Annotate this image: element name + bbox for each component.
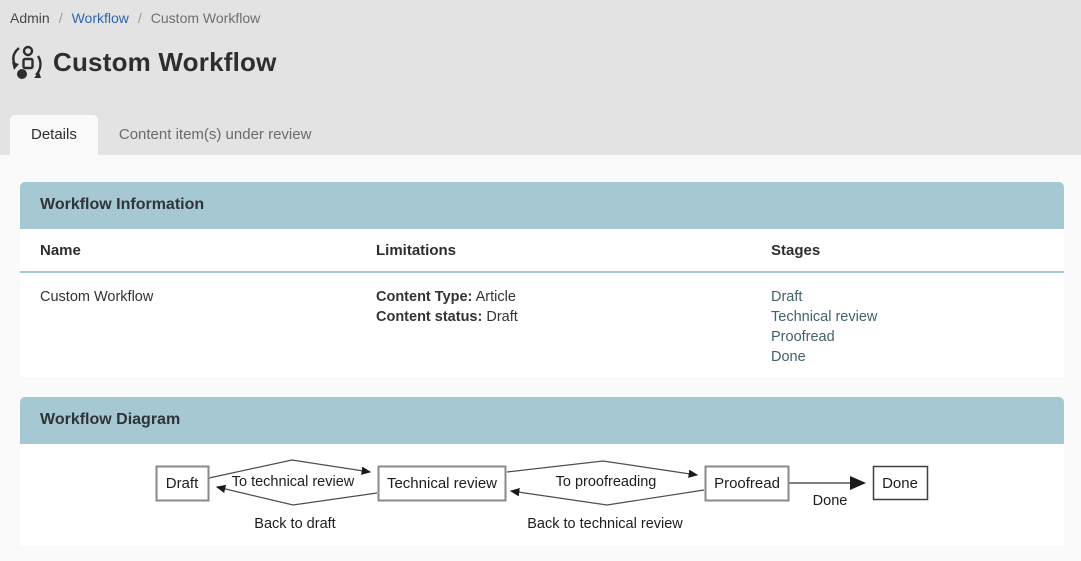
limitation-value: Draft: [482, 309, 517, 325]
stage-item: Done: [771, 347, 1044, 367]
transition-label-back-to-technical-review: Back to technical review: [527, 516, 683, 532]
transition-label-to-proofreading: To proofreading: [556, 474, 657, 490]
workflow-icon: [10, 45, 43, 80]
workflow-information-panel-title: Workflow Information: [20, 182, 1064, 229]
diagram-stage-label-technical-review: Technical review: [387, 475, 497, 492]
table-header-row: Name Limitations Stages: [20, 229, 1064, 273]
tab-content-items-under-review[interactable]: Content item(s) under review: [98, 115, 333, 155]
content-area: Workflow Information Name Limitations St…: [0, 155, 1081, 546]
column-header-stages: Stages: [771, 229, 1044, 271]
workflow-diagram-panel: Workflow Diagram: [20, 397, 1064, 546]
diagram-stage-label-draft: Draft: [166, 475, 199, 492]
transition-label-done: Done: [813, 493, 848, 509]
tab-bar: Details Content item(s) under review: [10, 115, 332, 155]
breadcrumb-separator: /: [59, 10, 63, 26]
breadcrumb: Admin / Workflow / Custom Workflow: [0, 0, 1081, 26]
stages-cell: Draft Technical review Proofread Done: [771, 287, 1044, 367]
stage-item: Technical review: [771, 307, 1044, 327]
tab-details[interactable]: Details: [10, 115, 98, 155]
workflow-information-table: Name Limitations Stages Custom Workflow …: [20, 229, 1064, 377]
page-title-row: Custom Workflow: [0, 42, 1081, 82]
transition-to-proofreading-path: [507, 461, 697, 475]
limitation-content-status: Content status: Draft: [376, 307, 771, 327]
breadcrumb-item-admin: Admin: [10, 10, 50, 26]
workflow-diagram: Draft Technical review Proofread Done To…: [20, 444, 1064, 546]
top-header-area: Admin / Workflow / Custom Workflow Custo…: [0, 0, 1081, 155]
column-header-limitations: Limitations: [376, 229, 771, 271]
page-title: Custom Workflow: [53, 47, 277, 78]
diagram-stage-label-done: Done: [882, 475, 918, 492]
workflow-diagram-svg: Draft Technical review Proofread Done To…: [20, 444, 1064, 546]
limitation-value: Article: [472, 289, 516, 305]
transition-label-back-to-draft: Back to draft: [254, 516, 335, 532]
workflow-name-cell: Custom Workflow: [40, 287, 376, 367]
limitation-label: Content Type:: [376, 289, 472, 305]
stage-item: Proofread: [771, 327, 1044, 347]
column-header-name: Name: [40, 229, 376, 271]
limitation-content-type: Content Type: Article: [376, 287, 771, 307]
transition-label-to-technical-review: To technical review: [232, 474, 355, 490]
stage-item: Draft: [771, 287, 1044, 307]
breadcrumb-separator: /: [138, 10, 142, 26]
diagram-stage-label-proofread: Proofread: [714, 475, 780, 492]
limitations-cell: Content Type: Article Content status: Dr…: [376, 287, 771, 367]
breadcrumb-item-workflow[interactable]: Workflow: [72, 10, 129, 26]
limitation-label: Content status:: [376, 309, 482, 325]
workflow-information-panel: Workflow Information Name Limitations St…: [20, 182, 1064, 377]
transition-back-to-technical-review-path: [511, 490, 704, 505]
breadcrumb-item-current: Custom Workflow: [151, 10, 260, 26]
workflow-diagram-panel-title: Workflow Diagram: [20, 397, 1064, 444]
table-row: Custom Workflow Content Type: Article Co…: [20, 273, 1064, 377]
